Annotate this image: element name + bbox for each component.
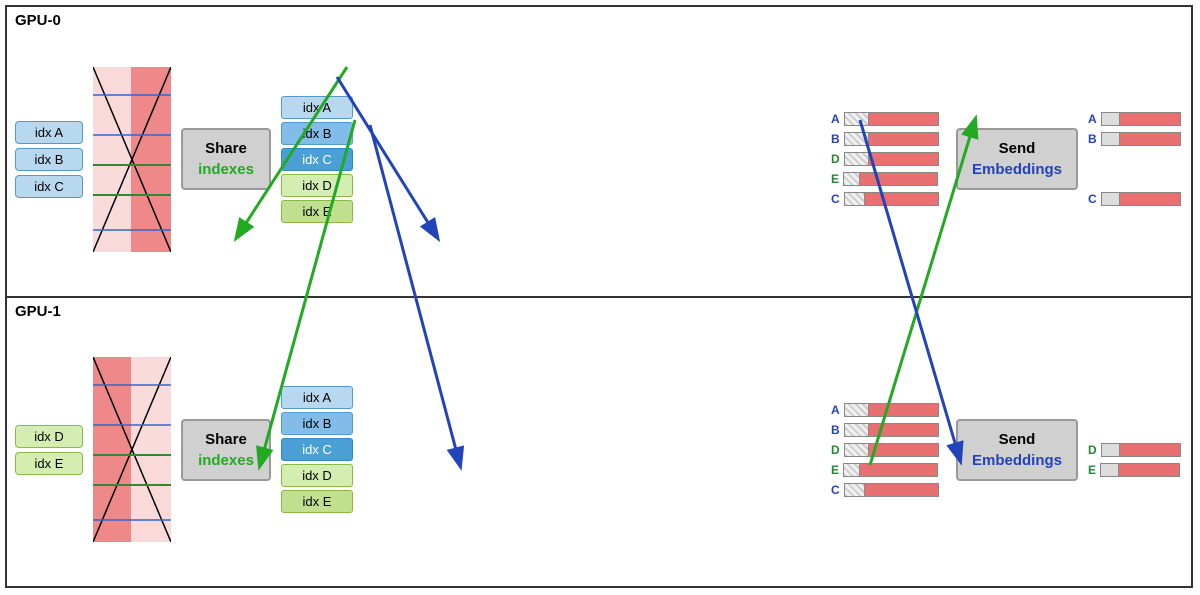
gpu0-send-embed-rows: A B [1088, 112, 1183, 206]
shared-idx-A: idx A [281, 96, 353, 119]
gpu1-shared-idx-C: idx C [281, 438, 353, 461]
gpu1-idx-boxes: idx D idx E [15, 425, 83, 475]
gpu0-send-box: Send Embeddings [956, 128, 1078, 190]
gpu1-shared-idx-D: idx D [281, 464, 353, 487]
shared-idx-C: idx C [281, 148, 353, 171]
gpu1-panel: GPU-1 idx D idx E [7, 298, 1191, 587]
idx-box-E: idx E [15, 452, 83, 475]
gpu0-panel: GPU-0 idx A idx B idx C [7, 7, 1191, 298]
gpu0-share-box: Share indexes [181, 128, 271, 190]
gpu0-embed-col-vis: A B D E C [93, 67, 171, 252]
gpu0-shared-idx-list: idx A idx B idx C idx D idx E [281, 96, 353, 223]
gpu0-embed-rows: A B [831, 112, 946, 206]
gpu1-embed-col-vis: A B D E C [93, 357, 171, 542]
idx-box-C: idx C [15, 175, 83, 198]
idx-box-D: idx D [15, 425, 83, 448]
gpu1-label: GPU-1 [15, 303, 61, 320]
gpu1-shared-idx-A: idx A [281, 386, 353, 409]
gpu1-shared-idx-B: idx B [281, 412, 353, 435]
gpu1-share-box: Share indexes [181, 419, 271, 481]
shared-idx-B: idx B [281, 122, 353, 145]
gpu1-embed-rows: A B [831, 403, 946, 497]
shared-idx-D: idx D [281, 174, 353, 197]
gpu0-label: GPU-0 [15, 12, 61, 29]
gpu1-send-box: Send Embeddings [956, 419, 1078, 481]
shared-idx-E: idx E [281, 200, 353, 223]
gpu1-shared-idx-list: idx A idx B idx C idx D idx E [281, 386, 353, 513]
gpu0-idx-boxes: idx A idx B idx C [15, 121, 83, 198]
idx-box-A: idx A [15, 121, 83, 144]
idx-box-B: idx B [15, 148, 83, 171]
gpu1-send-embed-rows: A B D [1088, 403, 1183, 497]
gpu1-shared-idx-E: idx E [281, 490, 353, 513]
